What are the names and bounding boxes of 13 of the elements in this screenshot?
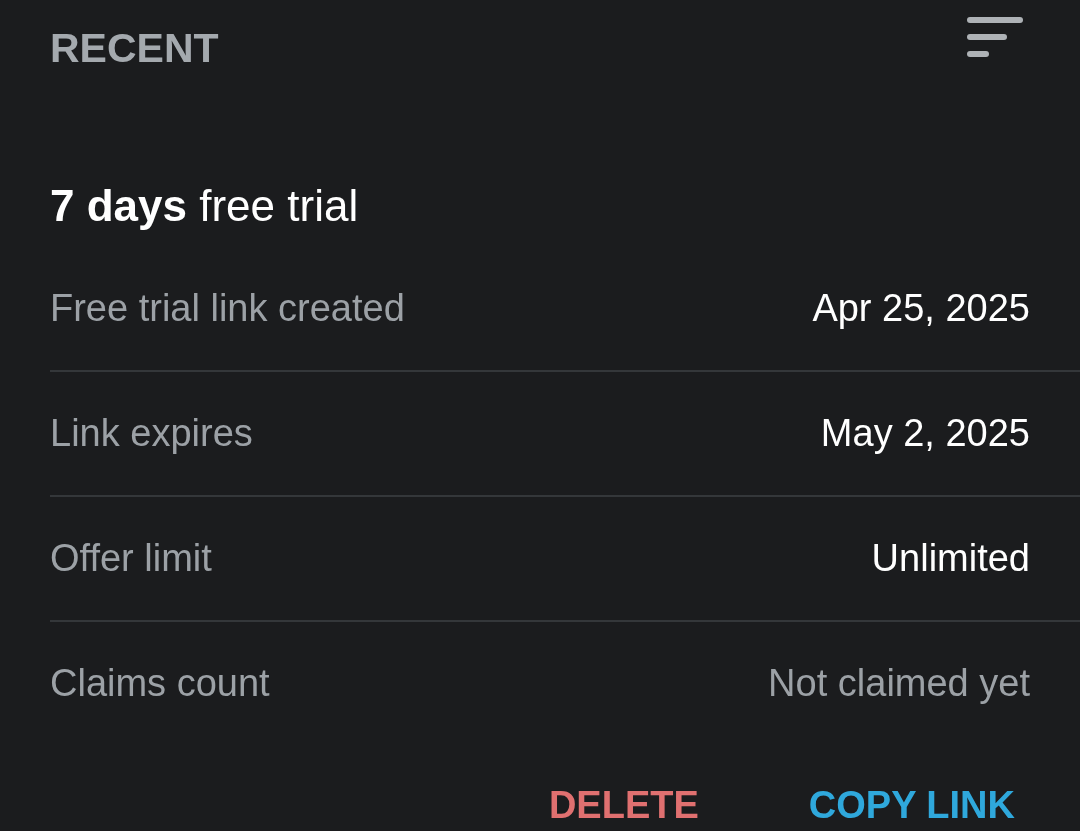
row-label: Claims count: [50, 662, 270, 705]
delete-button[interactable]: DELETE: [548, 775, 699, 831]
row-value: Not claimed yet: [768, 662, 1030, 705]
row-value: Unlimited: [871, 537, 1030, 580]
row-label: Offer limit: [50, 537, 212, 580]
row-value: May 2, 2025: [820, 412, 1030, 455]
row-label: Free trial link created: [50, 287, 405, 330]
offer-title: 7 days free trial: [50, 180, 360, 232]
copy-link-button[interactable]: COPY LINK: [808, 775, 1015, 831]
sort-icon[interactable]: [967, 15, 1023, 59]
row-label: Link expires: [50, 412, 253, 455]
section-title: RECENT: [50, 24, 219, 72]
row-value: Apr 25, 2025: [812, 287, 1030, 330]
